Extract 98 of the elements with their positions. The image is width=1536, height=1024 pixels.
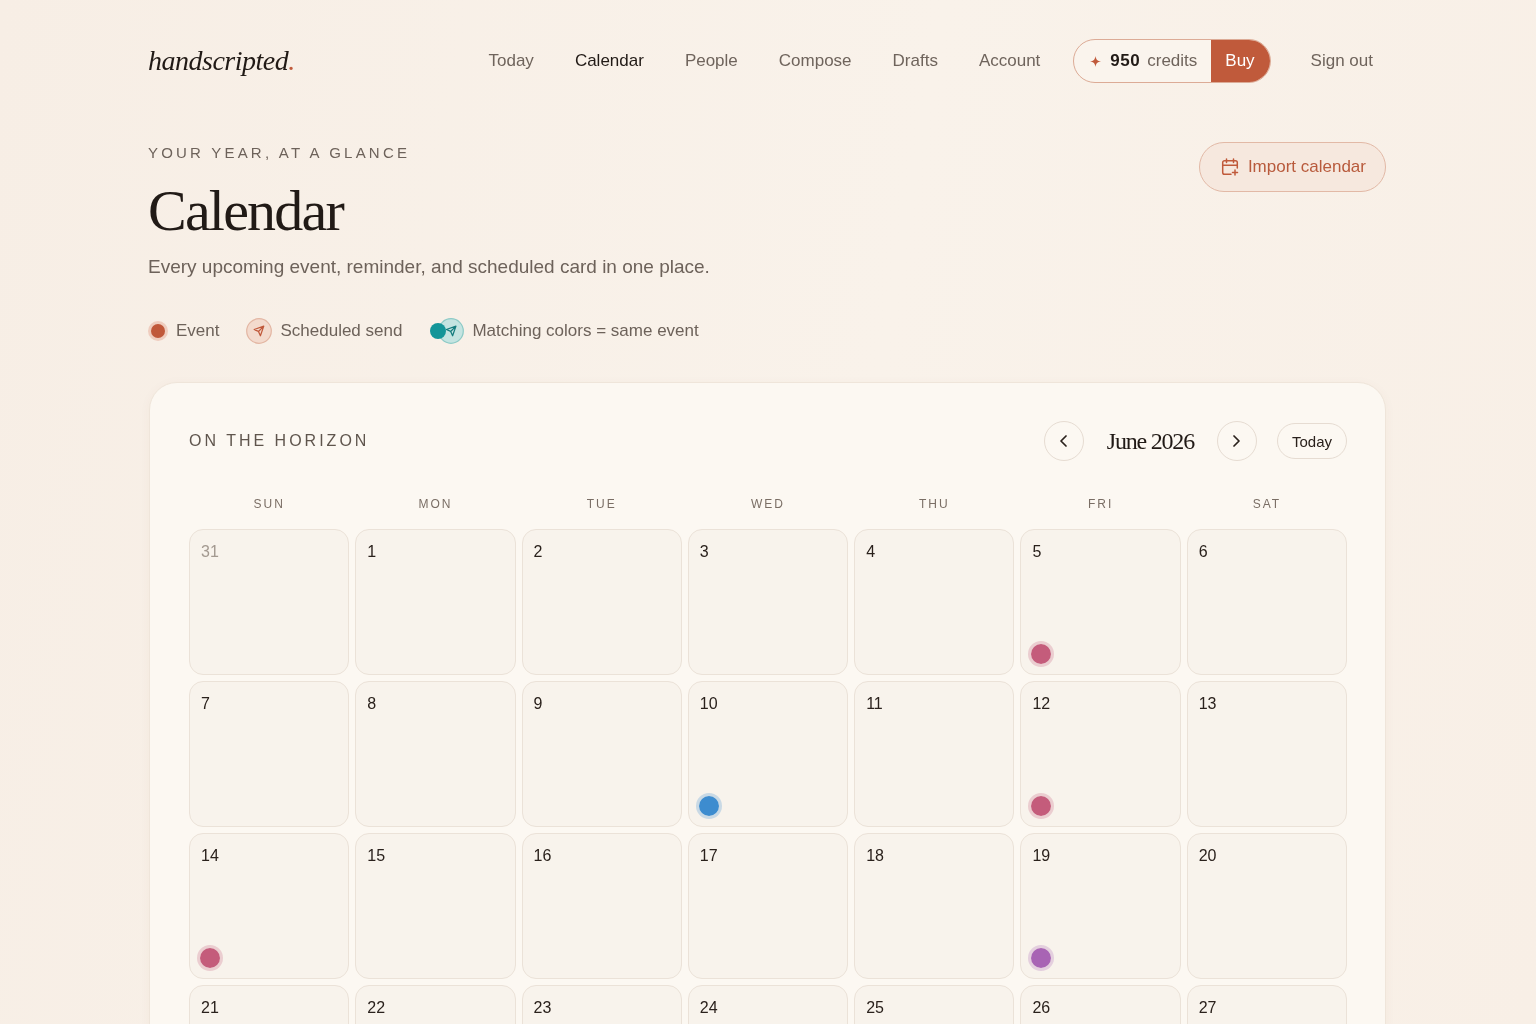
logo-period: . — [288, 45, 295, 77]
day-cell[interactable]: 5 — [1020, 529, 1181, 675]
day-cell[interactable]: 9 — [521, 681, 682, 827]
legend-label: Scheduled send — [280, 321, 403, 341]
day-number: 31 — [201, 542, 219, 562]
day-cell[interactable]: 19 — [1020, 833, 1181, 979]
weekday-label: THU — [917, 496, 951, 512]
day-cell[interactable]: 4 — [854, 529, 1015, 675]
day-cell[interactable]: 12 — [1020, 681, 1181, 827]
weekday-label: SUN — [252, 496, 286, 512]
nav-link[interactable]: People — [684, 51, 738, 71]
day-number: 16 — [533, 846, 552, 866]
legend-label: Matching colors = same event — [472, 321, 699, 341]
day-number: 11 — [866, 694, 883, 714]
next-month-button[interactable] — [1216, 421, 1257, 461]
sparkle-icon — [1090, 55, 1102, 67]
day-cell[interactable]: 2 — [521, 529, 682, 675]
day-number: 1 — [367, 542, 377, 562]
dot-icon[interactable] — [1028, 945, 1055, 971]
day-cell[interactable]: 14 — [189, 833, 350, 979]
day-number: 7 — [201, 694, 210, 714]
buy-button[interactable]: Buy — [1211, 40, 1270, 82]
day-cell[interactable]: 7 — [189, 681, 350, 827]
chevron-left-icon — [1060, 435, 1068, 447]
credits-amount: 950 — [1110, 51, 1141, 71]
weekday-label: FRI — [1086, 496, 1115, 512]
day-number: 2 — [533, 542, 543, 562]
day-cell[interactable]: 25 — [854, 985, 1015, 1024]
day-number: 10 — [699, 694, 718, 714]
dot-icon — [148, 321, 168, 341]
day-cell[interactable]: 26 — [1020, 985, 1181, 1024]
day-number: 13 — [1198, 694, 1217, 714]
day-cell[interactable]: 18 — [854, 833, 1015, 979]
day-number: 8 — [367, 694, 377, 714]
dot-icon[interactable] — [1028, 793, 1055, 819]
day-cell[interactable]: 6 — [1186, 529, 1347, 675]
day-number: 18 — [866, 846, 884, 866]
weekday-label: MON — [417, 496, 454, 512]
day-number: 22 — [367, 998, 386, 1018]
logo-wordmark: handscripted — [148, 45, 289, 77]
day-cell[interactable]: 3 — [687, 529, 849, 675]
eyebrow-text: YOUR YEAR, AT A GLANCE — [148, 143, 412, 163]
day-number: 12 — [1032, 694, 1051, 714]
day-number: 27 — [1198, 998, 1217, 1018]
day-number: 23 — [533, 998, 552, 1018]
sign-out-link[interactable]: Sign out — [1310, 51, 1373, 71]
nav-link[interactable]: Calendar — [574, 51, 644, 71]
day-cell[interactable]: 8 — [355, 681, 516, 827]
dot-and-plane-icon — [429, 318, 465, 344]
dot-icon[interactable] — [695, 793, 722, 819]
day-number: 21 — [201, 998, 219, 1018]
legend-label: Event — [176, 321, 220, 341]
day-number: 20 — [1198, 846, 1217, 866]
dot-icon[interactable] — [197, 945, 223, 971]
page-subtitle: Every upcoming event, reminder, and scheduled card in one place. — [148, 255, 710, 279]
weekday-label: TUE — [585, 496, 618, 512]
day-cell[interactable]: 11 — [854, 681, 1015, 827]
day-cell[interactable]: 17 — [687, 833, 849, 979]
day-number: 5 — [1032, 542, 1042, 562]
dot-icon[interactable] — [1028, 641, 1055, 667]
nav-link[interactable]: Drafts — [892, 51, 938, 71]
day-number: 19 — [1032, 846, 1051, 866]
today-button[interactable]: Today — [1276, 423, 1347, 459]
day-number: 26 — [1032, 998, 1051, 1018]
nav-link[interactable]: Compose — [778, 51, 852, 71]
day-number: 4 — [866, 542, 876, 562]
day-cell[interactable]: 15 — [355, 833, 516, 979]
day-cell[interactable]: 20 — [1186, 833, 1347, 979]
credits-label: credits — [1147, 51, 1198, 71]
day-cell[interactable]: 16 — [521, 833, 682, 979]
day-cell[interactable]: 27 — [1186, 985, 1347, 1024]
import-calendar-button[interactable]: Import calendar — [1198, 142, 1386, 192]
day-cell[interactable]: 24 — [687, 985, 849, 1024]
previous-month-button[interactable] — [1043, 421, 1084, 461]
day-number: 3 — [699, 542, 709, 562]
day-number: 17 — [699, 846, 718, 866]
calendar-plus-icon — [1220, 158, 1239, 176]
paper-plane-icon — [246, 318, 273, 344]
day-cell[interactable]: 23 — [521, 985, 682, 1024]
page-title: Calendar — [148, 179, 345, 243]
day-number: 25 — [866, 998, 884, 1018]
section-heading: ON THE HORIZON — [189, 432, 370, 450]
weekday-label: SAT — [1251, 496, 1283, 512]
day-number: 9 — [533, 694, 543, 714]
day-number: 6 — [1198, 542, 1208, 562]
day-cell[interactable]: 1 — [355, 529, 516, 675]
chevron-right-icon — [1233, 435, 1241, 447]
day-number: 24 — [699, 998, 718, 1018]
nav-link[interactable]: Today — [488, 51, 534, 71]
day-number: 14 — [201, 846, 219, 866]
day-cell[interactable]: 22 — [355, 985, 516, 1024]
day-cell[interactable]: 13 — [1186, 681, 1347, 827]
day-number: 15 — [367, 846, 386, 866]
day-cell[interactable]: 21 — [189, 985, 350, 1024]
weekday-label: WED — [750, 496, 786, 512]
month-title: June 2026 — [1106, 427, 1194, 455]
nav-link[interactable]: Account — [978, 51, 1041, 71]
day-cell[interactable]: 10 — [687, 681, 849, 827]
